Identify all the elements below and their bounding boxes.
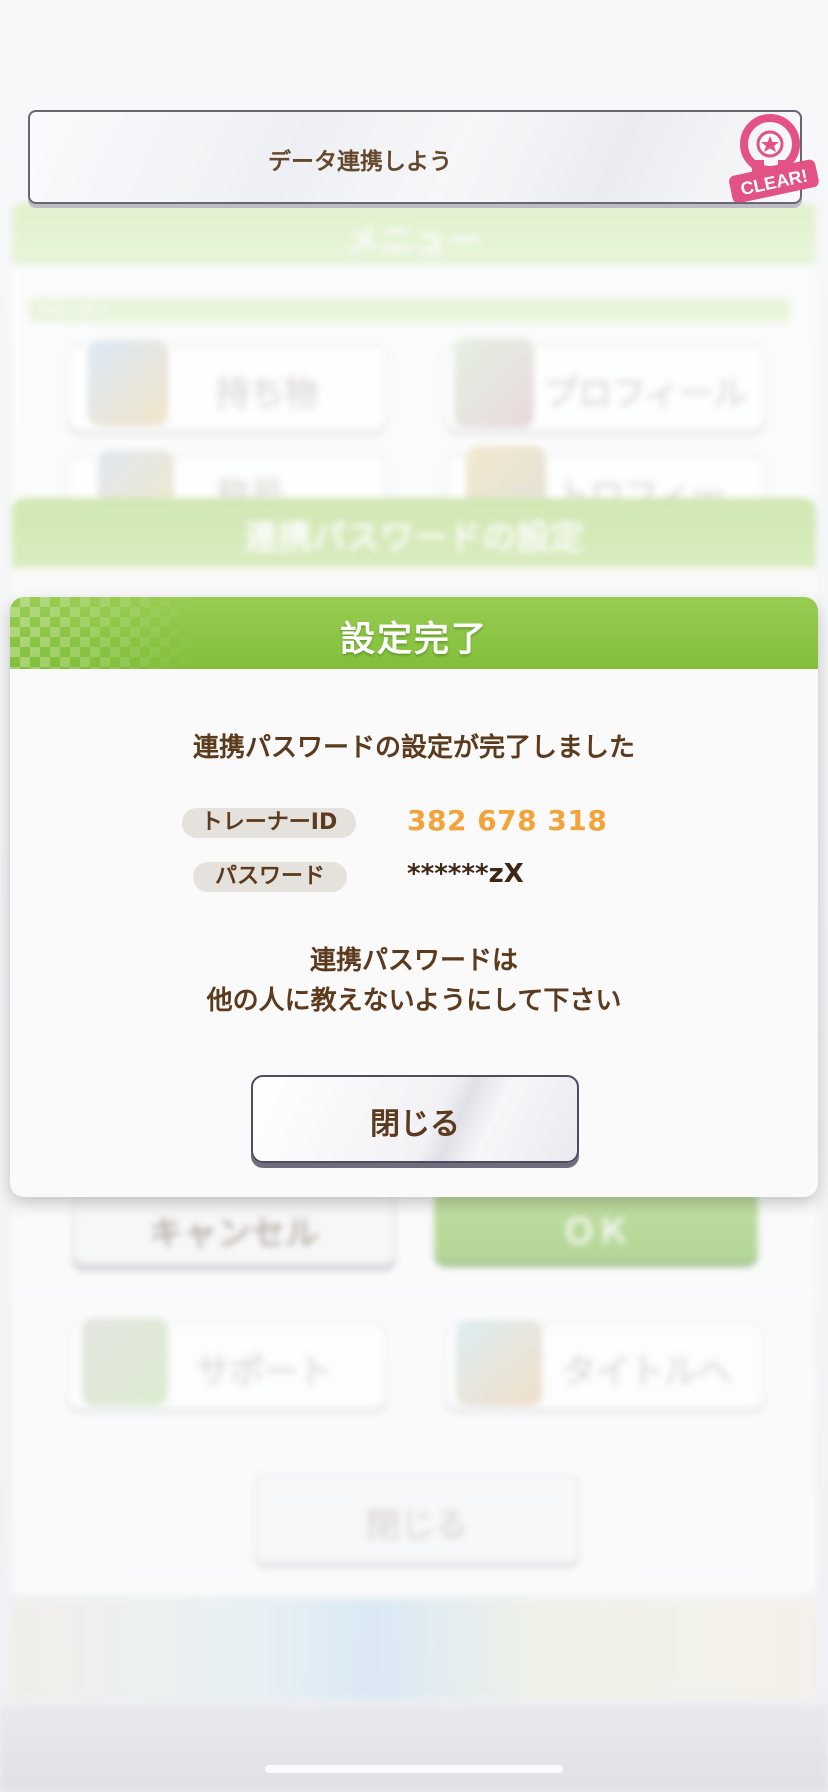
close-button-label: 閉じる [370,1107,460,1142]
close-button[interactable]: 閉じる [251,1075,579,1163]
warning-line-1: 連携パスワードは [309,946,518,976]
dialog-title: 設定完了 [339,620,488,660]
warning-line-2: 他の人に教えないようにして下さい [206,986,622,1016]
password-label: パスワード [193,862,347,892]
completion-message: 連携パスワードの設定が完了しました [192,733,635,763]
home-indicator[interactable] [265,1765,563,1773]
trainer-id-label: トレーナーID [182,808,356,838]
password-value: ******zX [407,859,524,889]
trainer-id-value: 382 678 318 [407,804,608,837]
dialog-header: 設定完了 [10,597,818,669]
setup-complete-dialog: 設定完了 連携パスワードの設定が完了しました トレーナーID 382 678 3… [10,597,818,1197]
